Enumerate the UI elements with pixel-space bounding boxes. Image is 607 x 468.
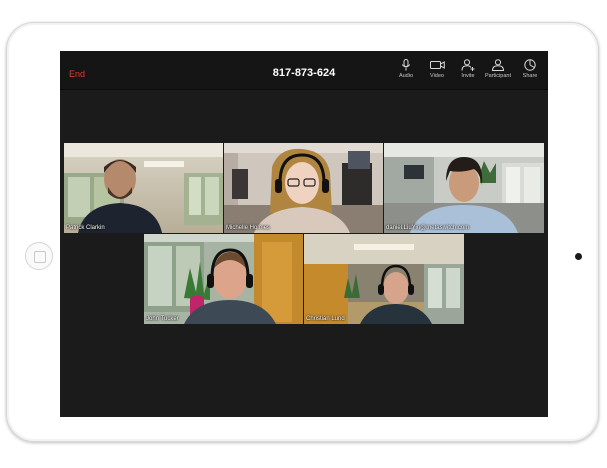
participant-video-feed [384, 143, 544, 233]
audio-button[interactable]: Audio [391, 59, 421, 79]
invite-button[interactable]: Invite [453, 59, 483, 79]
video-camera-icon [429, 61, 445, 69]
participant-video-feed [224, 143, 383, 233]
video-tile[interactable]: John Tucker [144, 234, 303, 324]
video-tile[interactable]: daniel.LiuYin@metaswitch.com [384, 143, 544, 233]
audio-label: Audio [398, 73, 414, 79]
meeting-toolbar: End 817-873-624 Audio Video Invite Parti… [60, 51, 548, 90]
participant-name: Christian Lund [306, 316, 345, 322]
invite-user-icon [461, 59, 475, 71]
participant-name: Michelle Holmes [226, 225, 271, 231]
participants-label: Participant [485, 73, 511, 79]
share-label: Share [522, 73, 538, 79]
participant-video-feed [64, 143, 223, 233]
share-icon [524, 59, 536, 71]
video-label: Video [430, 73, 444, 79]
participant-name: John Tucker [146, 316, 179, 322]
video-button[interactable]: Video [422, 59, 452, 79]
front-camera-dot [575, 253, 582, 260]
meeting-screen: End 817-873-624 Audio Video Invite Parti… [60, 51, 548, 417]
microphone-icon [401, 59, 411, 71]
participant-video-feed [304, 234, 464, 324]
video-tile[interactable]: Patrick Clarkin [64, 143, 223, 233]
participant-name: daniel.LiuYin@metaswitch.com [386, 225, 470, 231]
invite-label: Invite [461, 73, 475, 79]
home-button[interactable] [25, 242, 53, 270]
video-tile[interactable]: Michelle Holmes [224, 143, 383, 233]
participant-name: Patrick Clarkin [66, 225, 105, 231]
video-tile[interactable]: Christian Lund [304, 234, 464, 324]
share-button[interactable]: Share [515, 59, 545, 79]
participant-video-feed [144, 234, 303, 324]
participants-button[interactable]: Participant [483, 59, 513, 79]
participants-icon [491, 59, 505, 71]
